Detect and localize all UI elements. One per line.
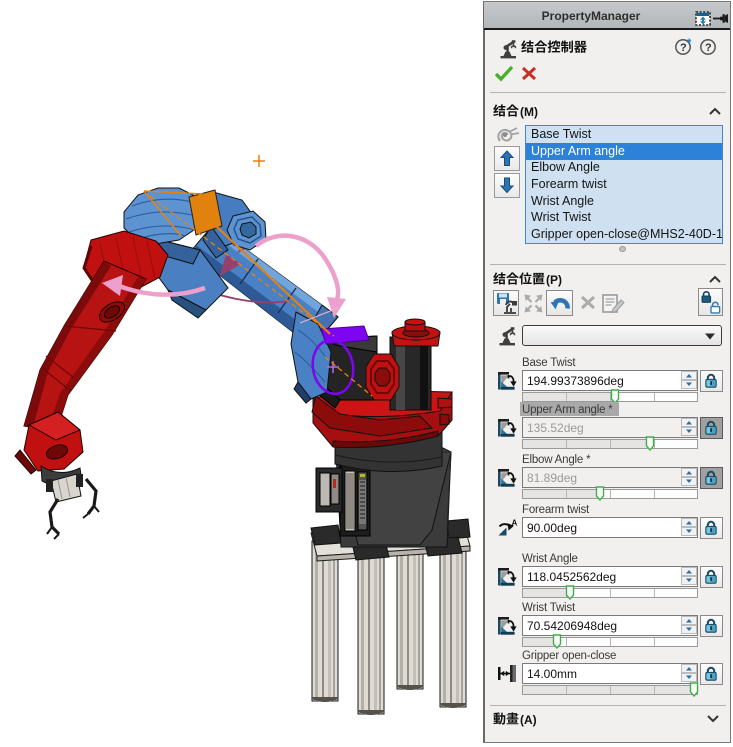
svg-text:?: ? xyxy=(680,42,687,54)
svg-text:?: ? xyxy=(705,42,712,54)
svg-text:*: * xyxy=(687,38,692,49)
svg-text:A: A xyxy=(512,519,518,528)
